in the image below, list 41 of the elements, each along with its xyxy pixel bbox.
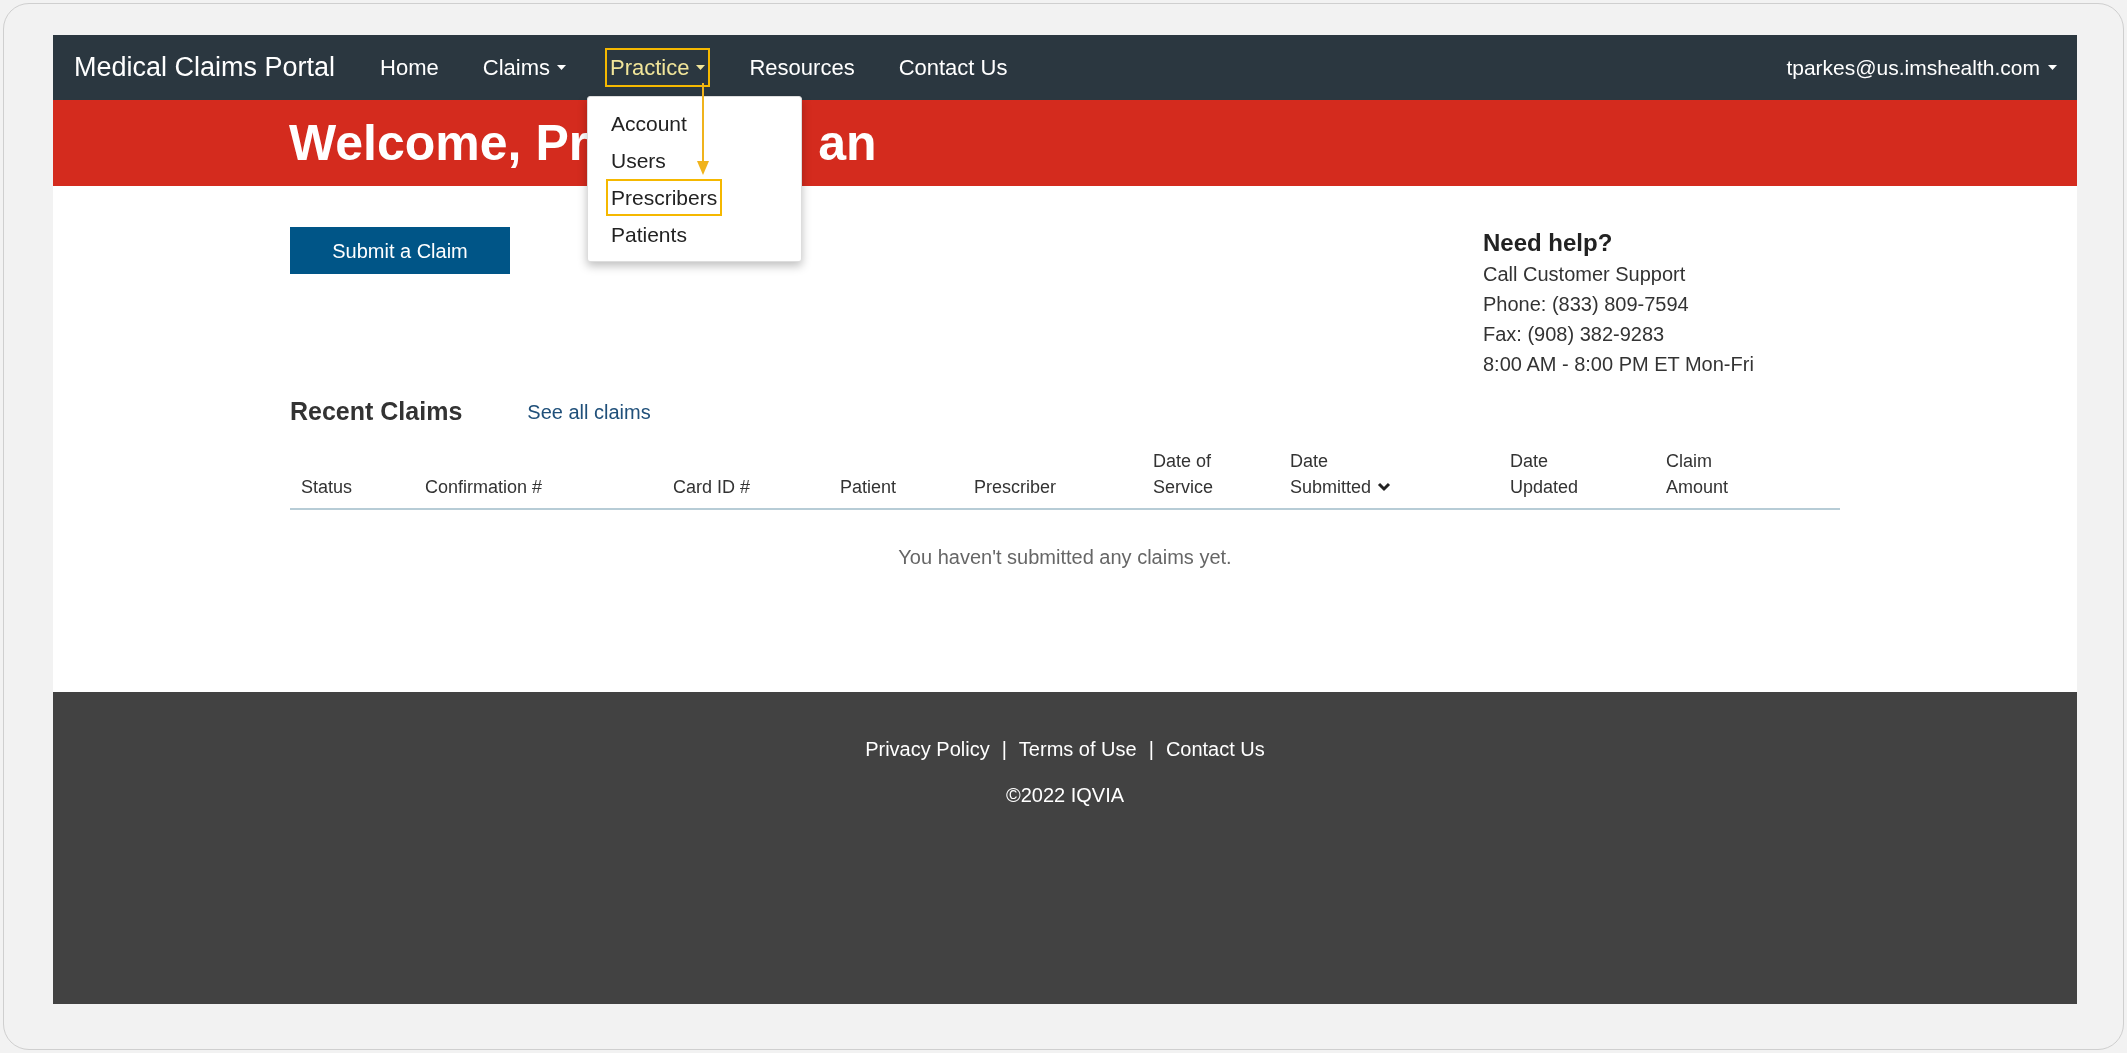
caret-icon: [696, 65, 706, 70]
welcome-heading: Welcome, Pr: [289, 113, 589, 173]
empty-message: You haven't submitted any claims yet.: [898, 544, 1232, 570]
see-all-claims-link[interactable]: See all claims: [527, 396, 651, 427]
column-header[interactable]: Confirmation #: [425, 473, 673, 500]
footer-link[interactable]: Terms of Use: [1018, 734, 1137, 764]
column-header[interactable]: Claim Amount: [1666, 447, 1840, 500]
link-separator: |: [1001, 737, 1007, 762]
brand-title[interactable]: Medical Claims Portal: [74, 47, 336, 88]
help-text: Call Customer Support: [1483, 262, 1687, 287]
footer-link[interactable]: Contact Us: [1165, 734, 1265, 764]
menu-item[interactable]: Patients: [606, 216, 692, 253]
section-title: Recent Claims: [290, 396, 463, 427]
welcome-heading: an: [818, 113, 877, 173]
nav-link[interactable]: Home: [375, 48, 444, 87]
caret-icon: [2048, 65, 2057, 70]
copyright: ©2022 IQVIA: [1005, 783, 1125, 808]
submit-claim-button[interactable]: Submit a Claim: [290, 227, 510, 274]
column-header[interactable]: Prescriber: [974, 473, 1153, 500]
help-text: Phone: (833) 809-7594: [1483, 292, 1690, 317]
column-header[interactable]: Date of Service: [1153, 447, 1290, 500]
menu-item[interactable]: Users: [606, 142, 671, 179]
footer-link[interactable]: Privacy Policy: [865, 734, 990, 764]
link-separator: |: [1148, 737, 1154, 762]
nav-link[interactable]: Claims: [477, 48, 571, 87]
help-text: 8:00 AM - 8:00 PM ET Mon-Fri: [1483, 352, 1755, 377]
caret-icon: [557, 65, 566, 70]
nav-link[interactable]: Practice: [605, 48, 711, 87]
column-header[interactable]: Patient: [840, 473, 974, 500]
nav-link[interactable]: Contact Us: [893, 48, 1013, 87]
menu-item[interactable]: Account: [606, 105, 692, 142]
help-text: Fax: (908) 382-9283: [1483, 322, 1666, 347]
column-header[interactable]: Card ID #: [673, 473, 840, 500]
column-header[interactable]: Date Submitted: [1290, 447, 1510, 500]
column-header[interactable]: Date Updated: [1510, 447, 1666, 500]
help-title: Need help?: [1483, 228, 1614, 258]
nav-link[interactable]: Resources: [744, 48, 860, 87]
menu-item[interactable]: Prescribers: [606, 179, 723, 216]
chevron-down-icon: [1377, 481, 1392, 492]
column-header[interactable]: Status: [301, 473, 425, 500]
user-menu[interactable]: tparkes@us.imshealth.com: [1786, 51, 2057, 84]
